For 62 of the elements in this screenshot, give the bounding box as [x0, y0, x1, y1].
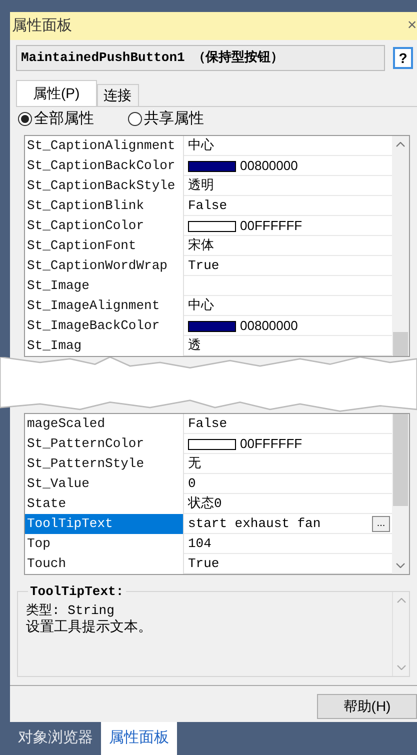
property-name[interactable]: Touch — [25, 554, 184, 574]
property-value: 104 — [188, 535, 212, 554]
property-value: 0 — [188, 475, 197, 494]
scroll-up-icon[interactable] — [396, 142, 405, 147]
property-name[interactable]: State — [25, 494, 184, 514]
property-name[interactable]: St_CaptionColor — [25, 216, 184, 236]
property-name[interactable]: mageScaled — [25, 414, 184, 434]
property-name[interactable]: St_Value — [25, 474, 184, 494]
window-title: 属性面板 — [12, 16, 72, 36]
property-value: 00800000 — [240, 157, 299, 176]
property-value: 中心 — [188, 137, 215, 156]
radio-button[interactable] — [18, 112, 32, 126]
scroll-up-icon[interactable] — [396, 598, 406, 603]
scrollbar[interactable] — [392, 414, 409, 574]
radio-label: 共享属性 — [144, 108, 204, 129]
tab[interactable]: 属性(P) — [16, 80, 97, 106]
help-button[interactable]: 帮助(H) — [317, 694, 417, 719]
object-name: MaintainedPushButton1 （保持型按钮） — [21, 49, 284, 67]
property-value: 中心 — [188, 297, 215, 316]
property-name[interactable]: St_Image — [25, 276, 184, 296]
type-text: 类型: String — [26, 604, 116, 618]
property-name[interactable]: ToolTipText — [25, 514, 184, 534]
radio-label: 全部属性 — [34, 108, 94, 129]
property-value: True — [188, 555, 220, 574]
property-name[interactable]: St_CaptionBackStyle — [25, 176, 184, 196]
property-value: start exhaust fan — [188, 515, 322, 534]
scroll-down-icon[interactable] — [396, 563, 405, 568]
bottom-tab[interactable]: 属性面板 — [101, 722, 177, 755]
object-name-field[interactable]: MaintainedPushButton1 （保持型按钮） — [16, 45, 385, 71]
help-icon-button[interactable]: ? — [393, 47, 413, 69]
scroll-thumb[interactable] — [393, 332, 408, 356]
property-name[interactable]: St_PatternStyle — [25, 454, 184, 474]
property-name[interactable]: St_ImageBackColor — [25, 316, 184, 336]
property-value: 无 — [188, 455, 202, 474]
property-name[interactable]: St_Imag — [25, 336, 184, 356]
property-name[interactable]: St_CaptionFont — [25, 236, 184, 256]
property-value: 状态0 — [188, 495, 223, 514]
property-value: 00FFFFFF — [240, 435, 304, 454]
property-name[interactable]: St_ImageAlignment — [25, 296, 184, 316]
property-value: 透 — [188, 337, 202, 356]
scrollbar[interactable] — [392, 136, 409, 356]
property-name[interactable]: St_PatternColor — [25, 434, 184, 454]
property-name[interactable]: St_CaptionWordWrap — [25, 256, 184, 276]
scrollbar[interactable] — [392, 592, 409, 676]
property-value: 透明 — [188, 177, 215, 196]
description-text: 设置工具提示文本。 — [26, 618, 153, 634]
property-value: 宋体 — [188, 237, 215, 256]
scroll-down-icon[interactable] — [396, 665, 406, 670]
property-name[interactable]: St_CaptionBlink — [25, 196, 184, 216]
ellipsis-button[interactable]: ... — [372, 516, 390, 532]
property-value: 00FFFFFF — [240, 217, 304, 236]
tab[interactable]: 连接 — [96, 84, 139, 106]
property-value: True — [188, 257, 220, 276]
scroll-thumb[interactable] — [393, 414, 408, 506]
radio-button[interactable] — [128, 112, 142, 126]
property-value: False — [188, 197, 228, 216]
property-value: 00800000 — [240, 317, 299, 336]
property-name[interactable]: St_CaptionAlignment — [25, 136, 184, 156]
property-name[interactable]: Top — [25, 534, 184, 554]
property-value: False — [188, 415, 228, 434]
close-button[interactable]: × — [407, 18, 417, 34]
property-name[interactable]: St_CaptionBackColor — [25, 156, 184, 176]
